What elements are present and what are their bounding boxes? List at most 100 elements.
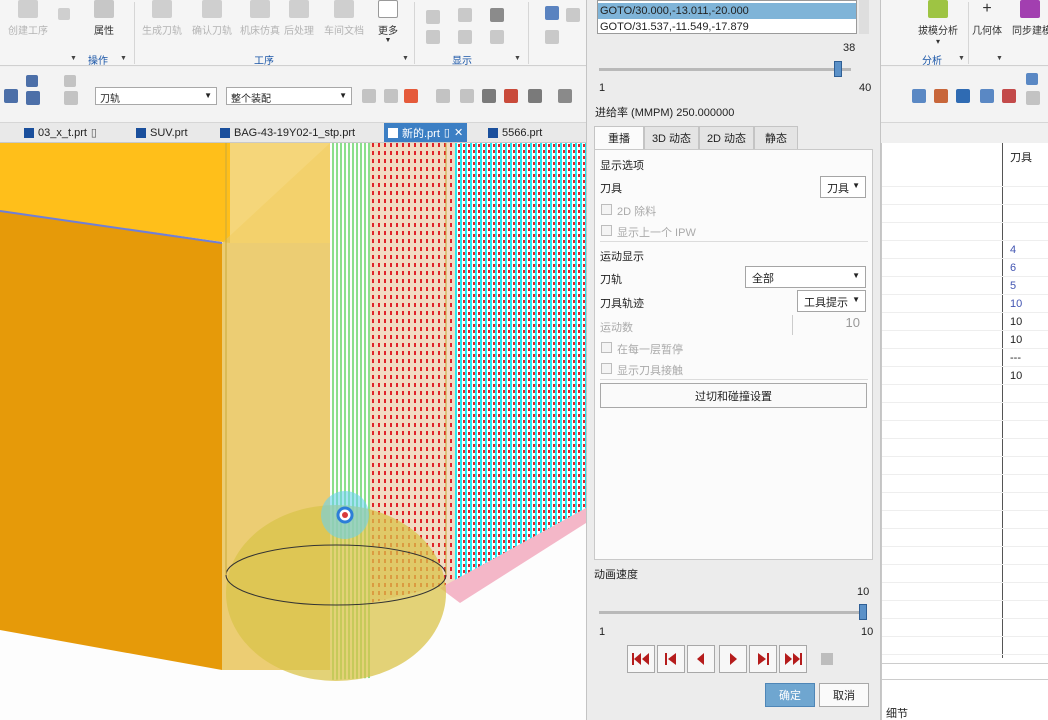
machine-sim-button[interactable]: 机床仿真: [240, 0, 280, 37]
selection-icon[interactable]: [404, 89, 418, 103]
table-row[interactable]: [882, 529, 1048, 547]
draft-analysis-button[interactable]: 拔模分析 ▾: [918, 0, 958, 46]
show-ipw-checkbox[interactable]: [601, 225, 612, 236]
snap-icon[interactable]: [436, 89, 450, 103]
network-icon[interactable]: [26, 75, 38, 87]
table-row[interactable]: [882, 583, 1048, 601]
table-row[interactable]: [882, 439, 1048, 457]
arrow-icon[interactable]: [545, 6, 559, 20]
cancel-button[interactable]: 取消: [819, 683, 869, 707]
tab-static[interactable]: 静态: [754, 126, 798, 149]
refresh-icon[interactable]: [956, 89, 970, 103]
last-button[interactable]: [779, 645, 807, 673]
curve-icon[interactable]: [458, 8, 472, 22]
tool-trace-dropdown[interactable]: 工具提示 ▼: [797, 290, 866, 312]
chevron-down-icon[interactable]: ▼: [958, 55, 965, 62]
file-tab-03-x-t[interactable]: 03_x_t.prt ▯: [20, 123, 101, 142]
file-tab-bag[interactable]: BAG-43-19Y02-1_stp.prt: [216, 123, 359, 142]
chevron-down-icon[interactable]: ▼: [996, 55, 1003, 62]
table-row[interactable]: [882, 511, 1048, 529]
funnel-icon[interactable]: [490, 8, 504, 22]
graphics-viewport[interactable]: [0, 143, 586, 720]
scroll-strip[interactable]: [882, 663, 1048, 680]
tab-3d-dynamic[interactable]: 3D 动态: [644, 126, 699, 149]
table-row[interactable]: 10: [882, 367, 1048, 385]
eraser-icon[interactable]: [558, 89, 572, 103]
type-filter-select[interactable]: 刀轨 ▼: [95, 87, 217, 105]
hex-icon[interactable]: [482, 89, 496, 103]
motion-slider-track[interactable]: [599, 68, 851, 71]
table-row[interactable]: [882, 619, 1048, 637]
speed-slider-track[interactable]: [599, 611, 863, 614]
path-display-dropdown[interactable]: 全部 ▼: [745, 266, 866, 288]
settings-icon[interactable]: [1026, 91, 1040, 105]
file-tab-suv[interactable]: SUV.prt: [132, 123, 192, 142]
file-tab-new[interactable]: 新的.prt ▯ ✕: [384, 123, 468, 142]
select-icon[interactable]: [4, 89, 18, 103]
list-item[interactable]: GOTO/31.537,-11.549,-17.879: [598, 19, 856, 35]
speed-slider-thumb[interactable]: [859, 604, 867, 620]
sync-modeling-button[interactable]: 同步建模: [1012, 0, 1048, 37]
table-row[interactable]: 10: [882, 295, 1048, 313]
layers-icon[interactable]: [26, 91, 40, 105]
step-icon[interactable]: [566, 8, 580, 22]
chevron-down-icon[interactable]: ▼: [70, 55, 77, 62]
geometry-button[interactable]: + 几何体: [972, 0, 1002, 37]
ok-button[interactable]: 确定: [765, 683, 815, 707]
table-row[interactable]: 5: [882, 277, 1048, 295]
table-row[interactable]: [882, 187, 1048, 205]
properties-button[interactable]: 属性: [94, 0, 114, 37]
brush-icon[interactable]: [980, 89, 994, 103]
list-item[interactable]: GOTO/30.000,-13.011,-20.000: [598, 3, 856, 19]
snap-icon[interactable]: [384, 89, 398, 103]
line-icon[interactable]: [490, 30, 504, 44]
tab-replay[interactable]: 重播: [594, 126, 644, 149]
shop-doc-button[interactable]: 车间文档: [324, 0, 364, 37]
listbox-scrollbar[interactable]: [859, 0, 869, 34]
chevron-down-icon[interactable]: ▼: [120, 55, 127, 62]
table-row[interactable]: [882, 547, 1048, 565]
table-row[interactable]: 6: [882, 259, 1048, 277]
table-row[interactable]: [882, 475, 1048, 493]
tool-column-header[interactable]: 刀具: [1006, 149, 1048, 167]
stop-button[interactable]: [813, 645, 841, 673]
table-row[interactable]: 4: [882, 241, 1048, 259]
2d-remove-checkbox[interactable]: [601, 204, 612, 215]
display-icon-3[interactable]: [458, 30, 472, 44]
table-row[interactable]: [882, 385, 1048, 403]
table-row[interactable]: [882, 601, 1048, 619]
postprocess-button[interactable]: 后处理: [284, 0, 314, 37]
table-row[interactable]: [882, 403, 1048, 421]
play-back-button[interactable]: [687, 645, 715, 673]
gray-icon[interactable]: [64, 91, 78, 105]
filter-icon[interactable]: [504, 89, 518, 103]
pause-icon[interactable]: [545, 30, 559, 44]
table-row[interactable]: [882, 637, 1048, 655]
file-tab-5566[interactable]: 5566.prt: [484, 123, 546, 142]
copy-button[interactable]: [58, 8, 70, 24]
step-forward-button[interactable]: [749, 645, 777, 673]
motion-count-field[interactable]: 10: [792, 315, 866, 335]
chevron-down-icon[interactable]: ▼: [402, 55, 409, 62]
table-row[interactable]: 10: [882, 313, 1048, 331]
chevron-down-icon[interactable]: ▼: [514, 55, 521, 62]
display-icon-1[interactable]: [426, 10, 440, 24]
motion-slider-thumb[interactable]: [834, 61, 843, 77]
snap-icon[interactable]: [460, 89, 474, 103]
step-back-button[interactable]: [657, 645, 685, 673]
table-row[interactable]: 10: [882, 331, 1048, 349]
view-icon[interactable]: [934, 89, 948, 103]
table-row[interactable]: [882, 169, 1048, 187]
grid-icon[interactable]: [1026, 73, 1038, 85]
more-button[interactable]: 更多 ▼: [378, 0, 398, 44]
table-row[interactable]: [882, 565, 1048, 583]
verify-path-button[interactable]: 确认刀轨: [192, 0, 232, 37]
pause-layer-checkbox[interactable]: [601, 342, 612, 353]
view-icon[interactable]: [912, 89, 926, 103]
display-icon-2[interactable]: [426, 30, 440, 44]
table-row[interactable]: [882, 223, 1048, 241]
show-contact-checkbox[interactable]: [601, 363, 612, 374]
box-select-icon[interactable]: [528, 89, 542, 103]
table-row[interactable]: [882, 493, 1048, 511]
gouge-collision-settings-button[interactable]: 过切和碰撞设置: [600, 383, 867, 408]
